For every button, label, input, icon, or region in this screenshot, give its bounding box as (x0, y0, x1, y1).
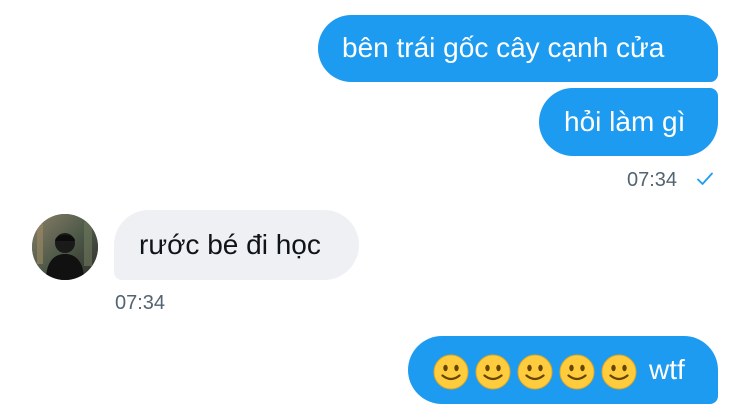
checkmark-icon (696, 171, 714, 192)
smiley-face-icon (517, 354, 553, 390)
avatar[interactable] (32, 214, 98, 280)
smiley-face-icon (475, 354, 511, 390)
smiley-face-icon (601, 354, 637, 390)
message-text: rước bé đi học (139, 229, 321, 260)
sent-message-bubble[interactable]: hỏi làm gì (539, 88, 718, 156)
emoji-group (433, 354, 637, 390)
sent-message-bubble[interactable]: bên trái gốc cây cạnh cửa (318, 15, 718, 82)
sent-message-bubble[interactable]: wtf (408, 336, 718, 404)
message-text: wtf (649, 354, 685, 385)
message-timestamp: 07:34 (627, 169, 678, 191)
smiley-face-icon (559, 354, 595, 390)
message-text: hỏi làm gì (564, 106, 686, 137)
message-text: bên trái gốc cây cạnh cửa (342, 32, 665, 63)
message-timestamp: 07:34 (115, 292, 166, 314)
received-message-bubble[interactable]: rước bé đi học (114, 210, 359, 280)
smiley-face-icon (433, 354, 469, 390)
